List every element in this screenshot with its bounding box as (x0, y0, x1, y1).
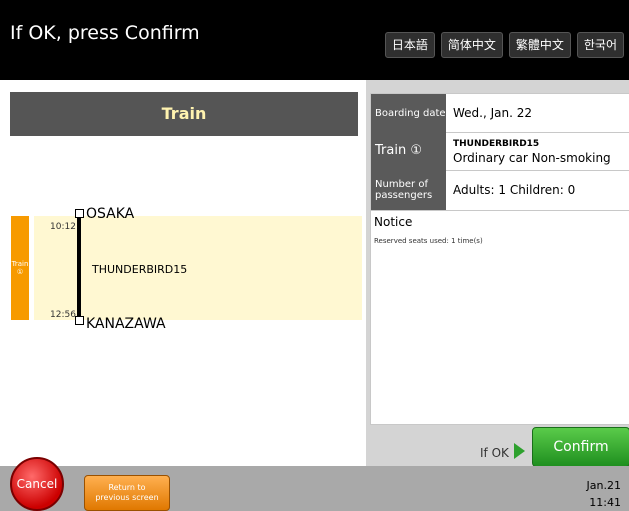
departure-station: OSAKA (86, 206, 135, 222)
section-title-train: Train (10, 92, 358, 136)
language-button-japanese[interactable]: 日本語 (384, 32, 435, 58)
notice-text: Reserved seats used: 1 time(s) (374, 237, 483, 245)
reservation-details: Boarding date Wed., Jan. 22 Train ① THUN… (370, 93, 629, 425)
passengers-label-line1: Number of (375, 179, 428, 190)
language-button-traditional-chinese[interactable]: 繁體中文 (508, 32, 571, 58)
current-date: Jan.21 (586, 479, 621, 492)
page-title: If OK, press Confirm (10, 22, 200, 44)
passengers-label: Number of passengers (371, 170, 446, 210)
train-tag-number: ① (16, 268, 24, 276)
train-name: THUNDERBIRD15 (92, 263, 188, 276)
train-tag: Train ① (11, 216, 29, 320)
train-row-name: THUNDERBIRD15 (453, 139, 540, 149)
arrival-station: KANAZAWA (86, 316, 166, 332)
language-button-simplified-chinese[interactable]: 简体中文 (440, 32, 503, 58)
arrow-right-icon (514, 443, 525, 459)
notice-label: Notice (374, 215, 413, 229)
passengers-row: Number of passengers Adults: 1 Children:… (371, 170, 629, 211)
train-tag-label: Train (11, 259, 29, 268)
train-label: Train ① (371, 132, 446, 170)
datetime-display: Jan.21 11:41 (587, 478, 621, 511)
passengers-value: Adults: 1 Children: 0 (453, 183, 576, 197)
current-time: 11:41 (589, 495, 621, 509)
journey-segment (34, 216, 362, 320)
car-type: Ordinary car Non-smoking (453, 151, 611, 165)
route-line (77, 214, 81, 322)
cancel-button[interactable]: Cancel (10, 457, 64, 511)
header-bar: If OK, press Confirm 日本語 简体中文 繁體中文 한국어 (0, 0, 629, 80)
language-button-korean[interactable]: 한국어 (576, 32, 624, 58)
departure-marker (75, 209, 84, 218)
boarding-date-row: Boarding date Wed., Jan. 22 (371, 94, 629, 133)
train-row: Train ① THUNDERBIRD15 Ordinary car Non-s… (371, 132, 629, 171)
language-selector: 日本語 简体中文 繁體中文 한국어 (384, 32, 624, 58)
arrival-time: 12:56 (50, 310, 76, 320)
boarding-date-value: Wed., Jan. 22 (453, 106, 533, 120)
confirm-button[interactable]: Confirm (532, 427, 629, 467)
return-button-line1: Return to (108, 483, 146, 493)
departure-time: 10:12 (50, 222, 76, 232)
boarding-date-label: Boarding date (371, 94, 446, 132)
arrival-marker (75, 316, 84, 325)
passengers-label-line2: passengers (375, 190, 433, 201)
return-button[interactable]: Return to previous screen (84, 475, 170, 511)
return-button-line2: previous screen (95, 493, 159, 502)
if-ok-label: If OK (480, 446, 509, 460)
